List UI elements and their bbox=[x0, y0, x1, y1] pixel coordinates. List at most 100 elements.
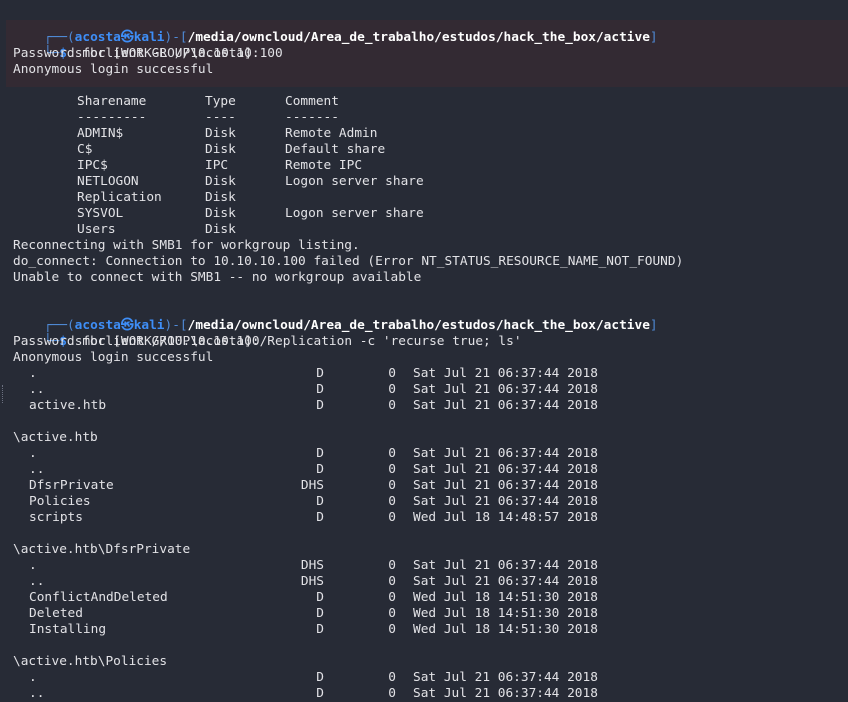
column-header-comment: Comment bbox=[285, 94, 339, 109]
entry-size: 0 bbox=[388, 622, 396, 637]
scroll-marker bbox=[2, 385, 5, 403]
entry-date: Sat Jul 21 06:37:44 2018 bbox=[413, 382, 598, 397]
entry-attributes: D bbox=[316, 590, 324, 605]
entry-date: Sat Jul 21 06:37:44 2018 bbox=[413, 494, 598, 509]
entry-name: . bbox=[29, 558, 37, 573]
entry-name: . bbox=[29, 670, 37, 685]
entry-date: Sat Jul 21 06:37:44 2018 bbox=[413, 686, 598, 701]
entry-attributes: D bbox=[316, 382, 324, 397]
entry-name: DfsrPrivate bbox=[29, 478, 114, 493]
share-name: C$ bbox=[77, 142, 93, 157]
output-line: Anonymous login successful bbox=[13, 62, 214, 77]
entry-date: Wed Jul 18 14:48:57 2018 bbox=[413, 510, 598, 525]
output-line: Password for [WORKGROUP\acosta]: bbox=[13, 334, 260, 349]
entry-attributes: D bbox=[316, 398, 324, 413]
column-underline: ---- bbox=[205, 110, 236, 125]
entry-name: .. bbox=[29, 382, 45, 397]
entry-attributes: D bbox=[316, 606, 324, 621]
output-line: Reconnecting with SMB1 for workgroup lis… bbox=[13, 238, 360, 253]
share-name: NETLOGON bbox=[77, 174, 139, 189]
entry-date: Sat Jul 21 06:37:44 2018 bbox=[413, 670, 598, 685]
share-name: ADMIN$ bbox=[77, 126, 124, 141]
share-type: Disk bbox=[205, 126, 236, 141]
share-type: Disk bbox=[205, 190, 236, 205]
entry-name: .. bbox=[29, 574, 45, 589]
column-underline: ------- bbox=[285, 110, 339, 125]
entry-date: Sat Jul 21 06:37:44 2018 bbox=[413, 478, 598, 493]
entry-size: 0 bbox=[388, 510, 396, 525]
column-underline: --------- bbox=[77, 110, 147, 125]
entry-size: 0 bbox=[388, 686, 396, 701]
entry-date: Sat Jul 21 06:37:44 2018 bbox=[413, 398, 598, 413]
entry-size: 0 bbox=[388, 478, 396, 493]
entry-size: 0 bbox=[388, 574, 396, 589]
entry-size: 0 bbox=[388, 558, 396, 573]
entry-size: 0 bbox=[388, 462, 396, 477]
entry-size: 0 bbox=[388, 446, 396, 461]
entry-name: scripts bbox=[29, 510, 83, 525]
entry-size: 0 bbox=[388, 382, 396, 397]
terminal-window[interactable]: ┌──(acosta㉿kali)-[/media/owncloud/Area_d… bbox=[0, 0, 848, 701]
entry-attributes: DHS bbox=[300, 478, 324, 493]
entry-attributes: D bbox=[316, 622, 324, 637]
entry-date: Sat Jul 21 06:37:44 2018 bbox=[413, 446, 598, 461]
share-name: SYSVOL bbox=[77, 206, 124, 221]
entry-size: 0 bbox=[388, 366, 396, 381]
prompt-line-1: ┌──(acosta㉿kali)-[/media/owncloud/Area_d… bbox=[43, 30, 658, 45]
entry-name: . bbox=[29, 446, 37, 461]
entry-attributes: DHS bbox=[300, 558, 324, 573]
entry-attributes: D bbox=[316, 366, 324, 381]
share-comment: Remote Admin bbox=[285, 126, 378, 141]
entry-size: 0 bbox=[388, 398, 396, 413]
entry-date: Wed Jul 18 14:51:30 2018 bbox=[413, 622, 598, 637]
entry-name: Deleted bbox=[29, 606, 83, 621]
share-name: IPC$ bbox=[77, 158, 108, 173]
directory-heading: \active.htb\Policies bbox=[13, 654, 168, 669]
entry-attributes: D bbox=[316, 670, 324, 685]
share-name: Replication bbox=[77, 190, 162, 205]
entry-date: Sat Jul 21 06:37:44 2018 bbox=[413, 366, 598, 381]
entry-size: 0 bbox=[388, 606, 396, 621]
share-type: IPC bbox=[205, 158, 229, 173]
share-type: Disk bbox=[205, 206, 236, 221]
entry-name: Policies bbox=[29, 494, 91, 509]
prompt-line-2: ┌──(acosta㉿kali)-[/media/owncloud/Area_d… bbox=[43, 318, 658, 333]
entry-date: Sat Jul 21 06:37:44 2018 bbox=[413, 574, 598, 589]
entry-date: Wed Jul 18 14:51:30 2018 bbox=[413, 590, 598, 605]
column-header-type: Type bbox=[205, 94, 236, 109]
entry-size: 0 bbox=[388, 670, 396, 685]
share-type: Disk bbox=[205, 222, 236, 237]
entry-attributes: D bbox=[316, 510, 324, 525]
share-type: Disk bbox=[205, 174, 236, 189]
directory-heading: \active.htb bbox=[13, 430, 98, 445]
entry-date: Wed Jul 18 14:51:30 2018 bbox=[413, 606, 598, 621]
entry-date: Sat Jul 21 06:37:44 2018 bbox=[413, 558, 598, 573]
column-header-sharename: Sharename bbox=[77, 94, 147, 109]
entry-name: .. bbox=[29, 462, 45, 477]
entry-name: Installing bbox=[29, 622, 107, 637]
entry-name: . bbox=[29, 366, 37, 381]
output-line: Password for [WORKGROUP\acosta]: bbox=[13, 46, 260, 61]
entry-name: active.htb bbox=[29, 398, 107, 413]
share-comment: Logon server share bbox=[285, 206, 424, 221]
entry-date: Sat Jul 21 06:37:44 2018 bbox=[413, 462, 598, 477]
output-line: Unable to connect with SMB1 -- no workgr… bbox=[13, 270, 422, 285]
share-comment: Default share bbox=[285, 142, 386, 157]
entry-attributes: D bbox=[316, 686, 324, 701]
entry-size: 0 bbox=[388, 494, 396, 509]
output-line: do_connect: Connection to 10.10.10.100 f… bbox=[13, 254, 684, 269]
share-comment: Remote IPC bbox=[285, 158, 363, 173]
command-line-1: └─$ smbclient -L //10.10.10.100 bbox=[43, 46, 283, 61]
entry-attributes: DHS bbox=[300, 574, 324, 589]
entry-name: .. bbox=[29, 686, 45, 701]
entry-attributes: D bbox=[316, 446, 324, 461]
entry-size: 0 bbox=[388, 590, 396, 605]
directory-heading: \active.htb\DfsrPrivate bbox=[13, 542, 191, 557]
entry-attributes: D bbox=[316, 494, 324, 509]
entry-attributes: D bbox=[316, 462, 324, 477]
share-comment: Logon server share bbox=[285, 174, 424, 189]
command-line-2: └─$ smbclient //10.10.10.100/Replication… bbox=[43, 334, 522, 349]
entry-name: ConflictAndDeleted bbox=[29, 590, 168, 605]
output-line: Anonymous login successful bbox=[13, 350, 214, 365]
share-type: Disk bbox=[205, 142, 236, 157]
